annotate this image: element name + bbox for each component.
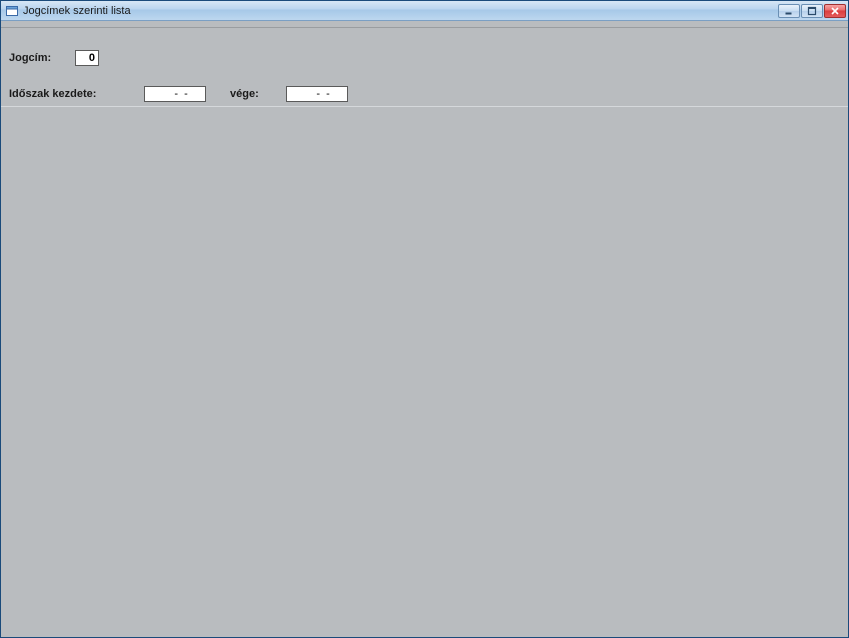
titlebar-separator: [1, 21, 848, 28]
form-area: Jogcím: Időszak kezdete: vége:: [1, 28, 848, 107]
app-window: Jogcímek szerinti lista Jogcím: Időszak …: [0, 0, 849, 638]
idoszak-vege-input[interactable]: [286, 86, 348, 102]
window-title: Jogcímek szerinti lista: [23, 5, 778, 17]
idoszak-vege-label: vége:: [230, 88, 286, 100]
minimize-button[interactable]: [778, 4, 800, 18]
jogcim-label: Jogcím:: [9, 52, 75, 64]
jogcim-row: Jogcím:: [1, 38, 848, 78]
jogcim-input[interactable]: [75, 50, 99, 66]
maximize-button[interactable]: [801, 4, 823, 18]
close-button[interactable]: [824, 4, 846, 18]
content-area: [1, 107, 848, 637]
window-controls: [778, 4, 846, 18]
titlebar: Jogcímek szerinti lista: [1, 1, 848, 21]
idoszak-row: Időszak kezdete: vége:: [1, 84, 848, 104]
idoszak-kezdete-label: Időszak kezdete:: [9, 88, 144, 100]
app-icon: [5, 4, 19, 18]
idoszak-kezdete-input[interactable]: [144, 86, 206, 102]
